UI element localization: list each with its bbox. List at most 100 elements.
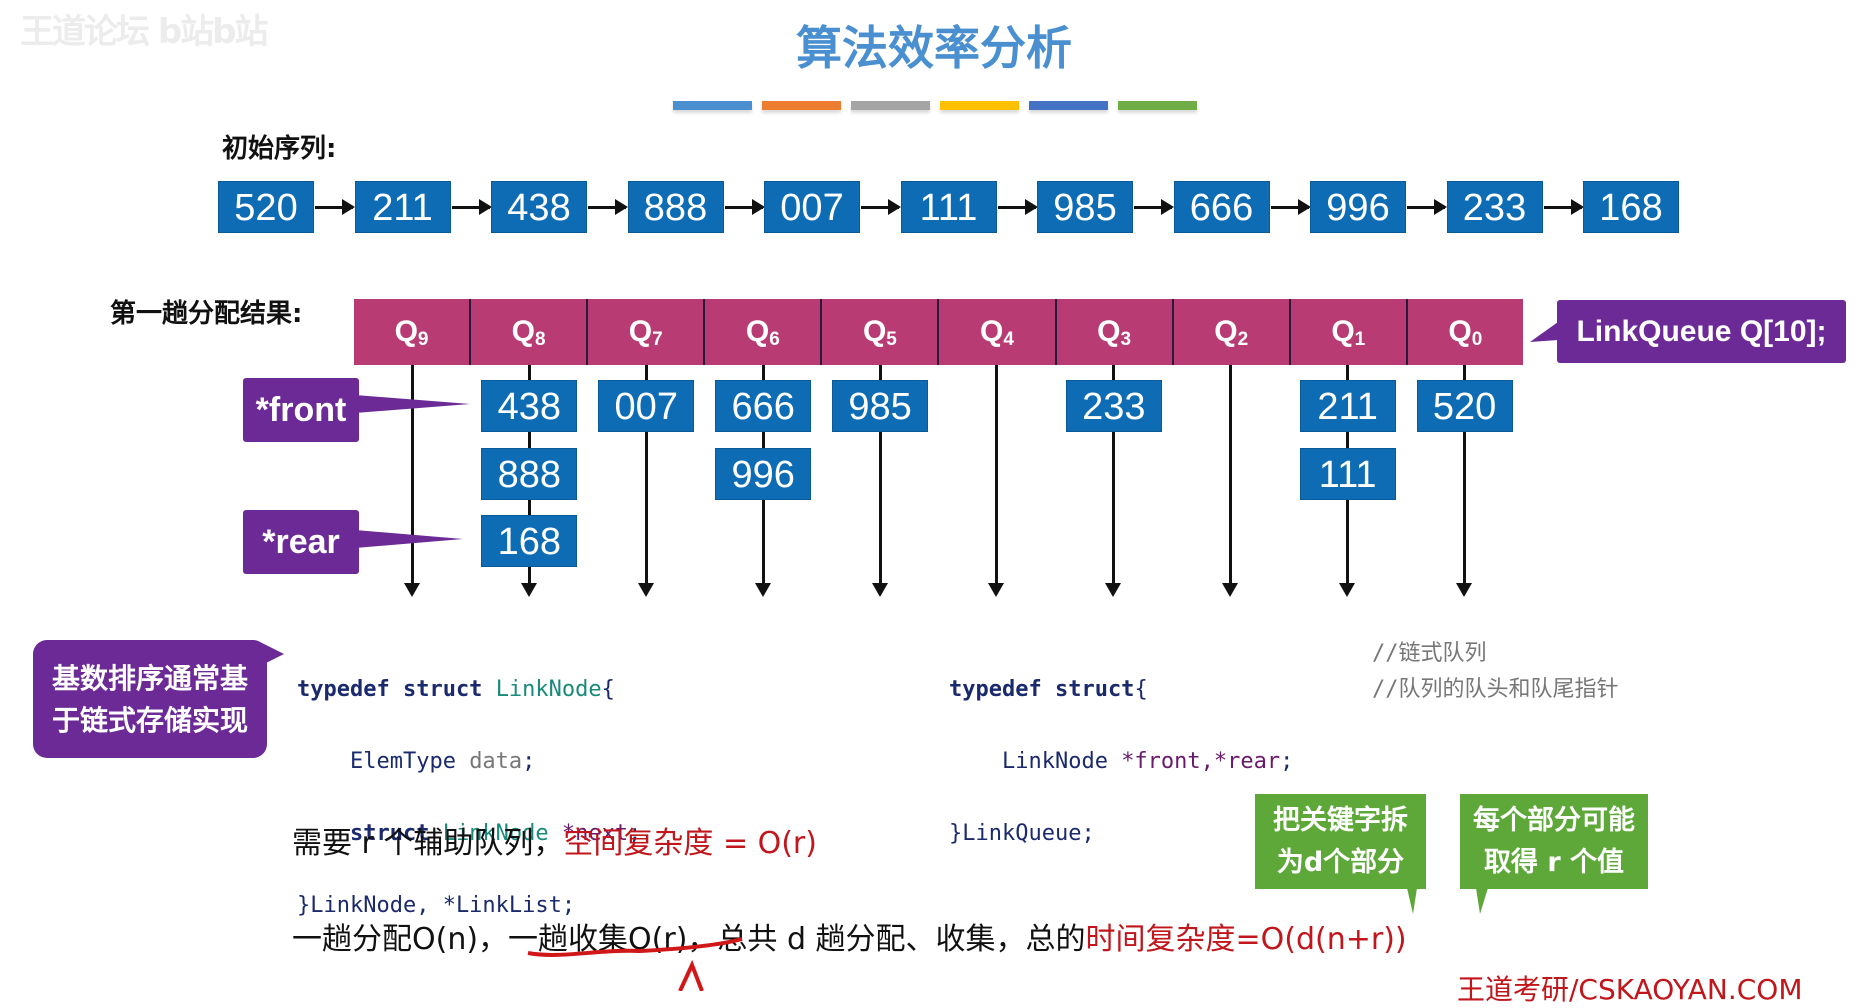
- queue-header: Q4: [939, 299, 1057, 365]
- queue-array-bar: Q9 Q8 Q7 Q6 Q5 Q4 Q3 Q2 Q1 Q0: [354, 299, 1523, 365]
- queue-node: 666: [715, 380, 812, 432]
- color-bar: [851, 101, 930, 110]
- arrow-right-icon: [315, 199, 355, 215]
- code-type: ElemType: [297, 749, 470, 774]
- sequence-box: 996: [1310, 181, 1406, 233]
- queue-header: Q0: [1408, 299, 1523, 365]
- code-line: ElemType data;: [297, 744, 641, 780]
- queue-name: Q: [745, 315, 770, 348]
- rear-pointer-label: *rear: [243, 510, 359, 574]
- queue-node: 233: [1065, 380, 1162, 432]
- arrow-right-icon: [997, 199, 1038, 215]
- queue-chain-arrow: [988, 365, 1005, 597]
- queue-header: Q6: [705, 299, 823, 365]
- arrow-right-icon: [861, 199, 901, 215]
- queue-node: 996: [715, 447, 812, 500]
- code-line: typedef struct LinkNode{: [297, 672, 641, 708]
- queue-node: 520: [1416, 380, 1513, 432]
- sequence-box: 520: [218, 181, 314, 233]
- queue-chain-arrow: [1222, 365, 1239, 597]
- code-identifier: *front,*rear: [1121, 749, 1281, 774]
- queue-node: 007: [598, 380, 695, 432]
- code-type: LinkNode: [949, 749, 1122, 774]
- code-keyword: typedef struct: [949, 677, 1135, 702]
- green-callout-pointer: [1476, 888, 1488, 914]
- queue-index: 6: [769, 329, 780, 350]
- sequence-box: 211: [354, 181, 451, 233]
- linked-storage-callout: 基数排序通常基 于链式存储实现: [33, 640, 267, 758]
- queue-node: 888: [481, 447, 578, 500]
- queue-name: Q: [511, 315, 536, 348]
- green-callout-split-key: 把关键字拆 为d个部分: [1255, 794, 1426, 889]
- code-semicolon: ;: [522, 749, 536, 774]
- queue-index: 9: [417, 329, 429, 350]
- code-comment: //队列的队头和队尾指针: [1372, 677, 1619, 702]
- queue-name: Q: [1331, 315, 1355, 348]
- color-bar: [762, 101, 841, 110]
- space-complexity: 空间复杂度 = O(r): [563, 826, 817, 861]
- queue-header: Q7: [588, 299, 706, 365]
- arrow-right-icon: [588, 199, 628, 215]
- queue-index: 8: [535, 329, 546, 350]
- linknode-struct-code: typedef struct LinkNode{ ElemType data; …: [297, 636, 641, 960]
- code-line: typedef struct{: [949, 672, 1293, 708]
- sequence-box: 168: [1583, 181, 1679, 233]
- front-pointer-label: *front: [243, 378, 359, 442]
- space-text: 需要 r 个辅助队列，: [292, 826, 564, 861]
- arrow-right-icon: [1134, 199, 1174, 215]
- code-identifier: data: [469, 749, 523, 774]
- queue-index: 1: [1354, 329, 1366, 350]
- watermark-site: 王道考研/CSKAOYAN.COM: [1457, 973, 1803, 1006]
- queue-index: 2: [1237, 329, 1249, 350]
- code-semicolon: ;: [1280, 749, 1294, 774]
- queue-index: 7: [652, 329, 663, 350]
- queue-index: 4: [1003, 329, 1014, 350]
- queue-index: 0: [1471, 329, 1483, 350]
- sequence-box: 666: [1173, 181, 1270, 233]
- initial-sequence-label: 初始序列:: [222, 134, 337, 164]
- queue-name: Q: [980, 315, 1004, 348]
- queue-node: 211: [1299, 380, 1396, 432]
- green-callout-r-values: 每个部分可能 取得 r 个值: [1460, 794, 1648, 889]
- queue-name: Q: [862, 315, 887, 348]
- code-comment: //链式队列: [1372, 641, 1487, 666]
- time-complexity: 时间复杂度=O(d(n+r)): [1085, 922, 1407, 957]
- queue-header: Q9: [354, 299, 472, 365]
- queue-node: 985: [832, 380, 929, 432]
- queue-node: 168: [481, 515, 578, 567]
- queue-header: Q8: [471, 299, 589, 365]
- page-title: 算法效率分析: [796, 21, 1072, 75]
- callout-line: 基数排序通常基: [51, 663, 248, 694]
- callout-line: 于链式存储实现: [51, 705, 248, 736]
- queue-node: 438: [481, 380, 578, 432]
- linkqueue-label: LinkQueue Q[10];: [1557, 300, 1846, 363]
- queue-header: Q5: [822, 299, 940, 365]
- color-bar: [1118, 101, 1197, 110]
- callout-line: 为d个部分: [1276, 847, 1405, 878]
- color-bar: [673, 101, 752, 110]
- time-complexity-line: 一趟分配O(n)，一趟收集O(r)，总共 d 趟分配、收集，总的时间复杂度=O(…: [292, 914, 1407, 958]
- color-bar: [940, 101, 1019, 110]
- arrow-right-icon: [1407, 199, 1447, 215]
- front-pointer: [355, 395, 470, 413]
- callout-line: 每个部分可能: [1473, 805, 1635, 836]
- arrow-right-icon: [1270, 199, 1311, 215]
- code-line: }LinkQueue;: [949, 821, 1095, 846]
- queue-name: Q: [1448, 315, 1472, 348]
- callout-line: 把关键字拆: [1273, 805, 1408, 836]
- queue-name: Q: [1214, 315, 1238, 348]
- sequence-box: 888: [627, 181, 724, 233]
- queue-name: Q: [628, 315, 653, 348]
- space-complexity-line: 需要 r 个辅助队列，空间复杂度 = O(r): [292, 818, 817, 862]
- linkqueue-struct-code: typedef struct{ LinkNode *front,*rear; }…: [949, 636, 1293, 888]
- queue-name: Q: [394, 315, 418, 348]
- color-bar: [1029, 101, 1108, 110]
- code-line: LinkNode *front,*rear;: [949, 744, 1293, 780]
- arrow-right-icon: [451, 199, 492, 215]
- queue-index: 5: [886, 329, 897, 350]
- queue-node: 111: [1299, 447, 1396, 500]
- sequence-box: 438: [491, 181, 587, 233]
- red-annotation-underline: [527, 937, 743, 991]
- rear-pointer: [355, 530, 463, 548]
- distribute-cost: 一趟分配O(n)，: [292, 922, 509, 957]
